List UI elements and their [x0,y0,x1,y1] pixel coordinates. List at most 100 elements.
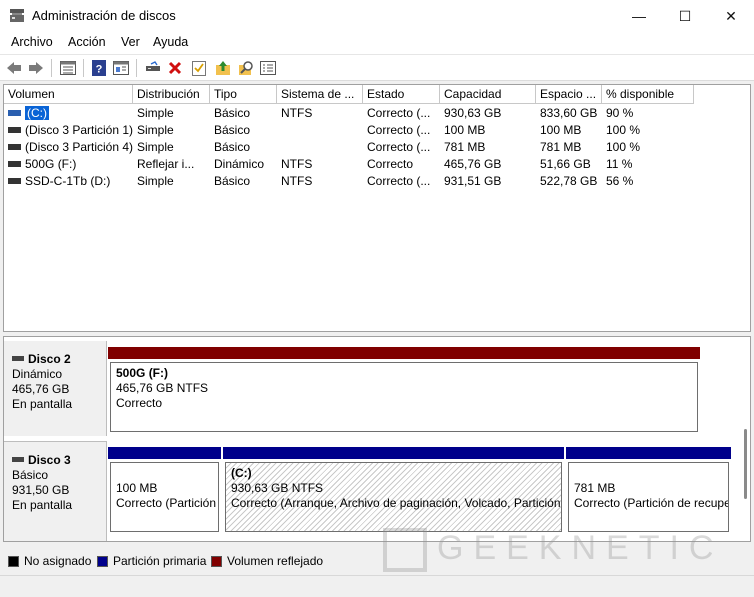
toolbar: ? [0,54,754,81]
svg-text:?: ? [96,64,103,76]
filesystem-cell: NTFS [281,174,313,188]
legend-label: Partición primaria [113,554,207,568]
disk-name: Disco 2 [28,352,71,366]
disk-size: 465,76 GB [12,382,70,396]
delete-icon[interactable] [166,59,184,77]
primary-partition-bar [223,447,564,459]
table-row[interactable]: (C:) Simple Básico NTFS Correcto (... 93… [4,105,750,122]
volume-icon [8,109,21,116]
disk-3-label[interactable]: Disco 3 Básico 931,50 GB En pantalla [4,441,107,541]
properties-list-icon[interactable] [59,59,77,77]
disk-size: 931,50 GB [12,483,70,497]
type-cell: Básico [214,174,251,188]
legend-swatch-primary [97,556,108,567]
disk-icon [12,355,24,361]
menu-archivo[interactable]: Archivo [11,35,53,49]
disk-management-app-icon [10,9,24,22]
table-row[interactable]: SSD-C-1Tb (D:) Simple Básico NTFS Correc… [4,173,750,190]
volume-icon [8,143,21,150]
legend-label: Volumen reflejado [227,554,324,568]
column-header-free-space[interactable]: Espacio ... [536,85,602,104]
status-cell: Correcto [367,157,414,171]
column-header-layout[interactable]: Distribución [133,85,210,104]
percent-free-cell: 56 % [606,174,634,188]
disk-icon [12,456,24,462]
check-icon[interactable] [190,59,208,77]
partition-disk3-4[interactable]: 781 MB Correcto (Partición de recupe [568,462,729,532]
volume-icon [8,177,21,184]
table-row[interactable]: (Disco 3 Partición 1) Simple Básico Corr… [4,122,750,139]
disk-state: En pantalla [12,498,73,512]
volume-name-cell: (Disco 3 Partición 1) [4,122,133,139]
capacity-cell: 931,51 GB [444,174,502,188]
partition-500g-f[interactable]: 500G (F:) 465,76 GB NTFS Correcto [110,362,698,432]
folder-up-icon[interactable] [214,59,232,77]
toolbar-separator [83,59,84,77]
partition-status: Correcto (Partición [116,496,217,510]
partition-size: 100 MB [116,481,158,495]
legend: No asignado Partición primaria Volumen r… [0,547,754,573]
partition-status: Correcto (Partición de recupe [574,496,729,510]
disk-2-label[interactable]: Disco 2 Dinámico 465,76 GB En pantalla [4,341,107,436]
filesystem-cell [277,139,363,156]
title-bar: Administración de discos — ☐ ✕ [0,0,754,32]
volume-icon [8,126,21,133]
help-panel-icon[interactable] [112,59,130,77]
layout-cell: Simple [137,174,174,188]
legend-label: No asignado [24,554,92,568]
percent-free-cell: 100 % [606,123,641,137]
maximize-button[interactable]: ☐ [662,0,708,32]
free-space-cell: 51,66 GB [540,157,591,171]
list-icon[interactable] [259,59,277,77]
capacity-cell: 465,76 GB [444,157,502,171]
status-cell: Correcto (... [367,106,431,120]
layout-cell: Reflejar i... [137,157,195,171]
disk-map: Disco 2 Dinámico 465,76 GB En pantalla 5… [3,336,751,542]
column-header-capacity[interactable]: Capacidad [440,85,536,104]
type-cell: Dinámico [214,157,265,171]
column-header-type[interactable]: Tipo [210,85,277,104]
volume-name-cell: (C:) [4,105,133,122]
partition-size: 930,63 GB NTFS [231,481,324,495]
column-header-volume[interactable]: Volumen [4,85,133,104]
type-cell: Básico [214,106,251,120]
volume-name: SSD-C-1Tb (D:) [25,174,111,188]
capacity-cell: 930,63 GB [444,106,502,120]
status-cell: Correcto (... [367,123,431,137]
help-icon[interactable]: ? [90,59,108,77]
layout-cell: Simple [137,106,174,120]
free-space-cell: 781 MB [540,140,582,154]
forward-icon[interactable] [27,59,45,77]
volume-name: (Disco 3 Partición 4) [25,140,133,154]
partition-size: 465,76 GB NTFS [116,381,209,395]
status-cell: Correcto (... [367,140,431,154]
volume-name-cell: (Disco 3 Partición 4) [4,139,133,156]
volume-name-cell: 500G (F:) [4,156,133,173]
toolbar-separator [51,59,52,77]
primary-partition-bar [566,447,731,459]
partition-disk3-1[interactable]: 100 MB Correcto (Partición [110,462,219,532]
partition-c-selected[interactable]: (C:) 930,63 GB NTFS Correcto (Arranque, … [225,462,562,532]
menu-accion[interactable]: Acción [68,35,106,49]
capacity-cell: 100 MB [444,123,486,137]
capacity-cell: 781 MB [444,140,486,154]
window-title: Administración de discos [32,8,176,23]
table-row[interactable]: 500G (F:) Reflejar i... Dinámico NTFS Co… [4,156,750,173]
free-space-cell: 833,60 GB [540,106,598,120]
search-icon[interactable] [237,59,255,77]
back-icon[interactable] [5,59,23,77]
disk-name: Disco 3 [28,453,71,467]
vertical-scrollbar[interactable] [744,429,747,499]
volume-name: 500G (F:) [25,157,77,171]
column-header-percent-free[interactable]: % disponible [602,85,694,104]
column-header-filesystem[interactable]: Sistema de ... [277,85,363,104]
table-row[interactable]: (Disco 3 Partición 4) Simple Básico Corr… [4,139,750,156]
disk-kind: Básico [12,468,49,482]
menu-ver[interactable]: Ver [121,35,140,49]
minimize-button[interactable]: — [616,0,662,32]
connect-icon[interactable] [144,59,162,77]
partition-name: 500G (F:) [116,366,169,380]
close-button[interactable]: ✕ [708,0,754,32]
column-header-status[interactable]: Estado [363,85,440,104]
menu-ayuda[interactable]: Ayuda [153,35,188,49]
